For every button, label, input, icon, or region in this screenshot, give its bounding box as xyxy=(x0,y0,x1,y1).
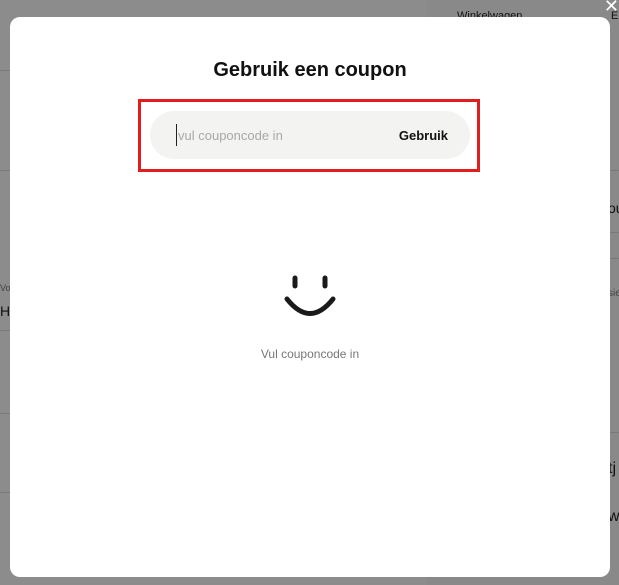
smiley-face-icon xyxy=(284,275,336,316)
close-icon[interactable]: ✕ xyxy=(604,0,619,15)
coupon-modal: Gebruik een coupon Gebruik Vul couponcod… xyxy=(10,17,610,577)
coupon-code-input[interactable] xyxy=(176,124,378,146)
apply-coupon-button[interactable]: Gebruik xyxy=(399,124,448,146)
empty-state-message: Vul couponcode in xyxy=(260,347,360,361)
modal-title: Gebruik een coupon xyxy=(213,59,407,81)
coupon-input-bar: Gebruik xyxy=(150,111,470,159)
